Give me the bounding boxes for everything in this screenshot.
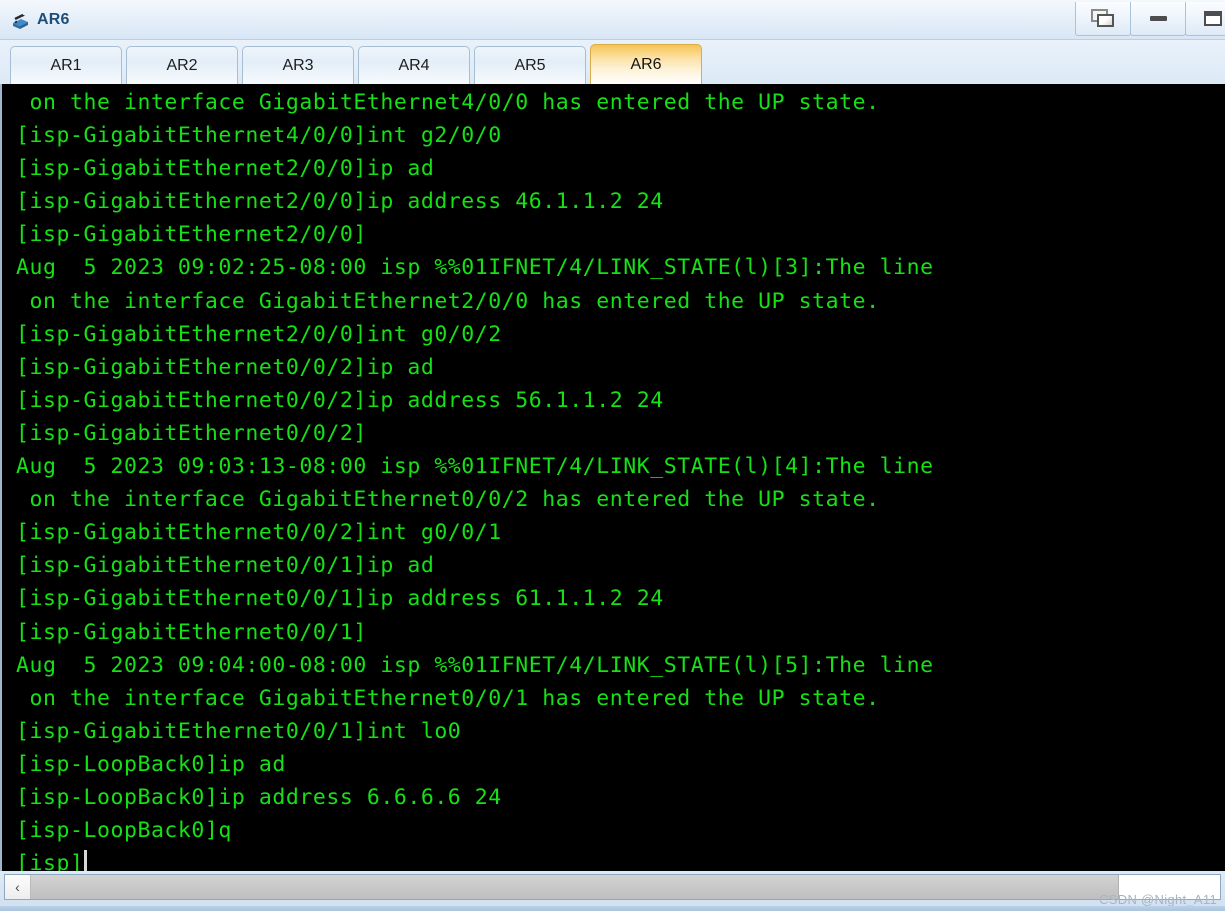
tab-label: AR1 <box>50 56 82 74</box>
tab-label: AR4 <box>398 56 430 74</box>
ar6-console-window: AR6 AR1 AR2 AR3 AR4 AR5 AR6 on the inter… <box>0 0 1225 911</box>
minimize-icon <box>1149 16 1167 21</box>
terminal-line: [isp-GigabitEthernet2/0/0]ip ad <box>16 156 435 182</box>
terminal-line: [isp-GigabitEthernet0/0/1]ip ad <box>16 553 435 579</box>
terminal-output[interactable]: on the interface GigabitEthernet4/0/0 ha… <box>2 84 1225 871</box>
terminal-line: Aug 5 2023 09:02:25-08:00 isp %%01IFNET/… <box>16 255 934 281</box>
terminal-line: on the interface GigabitEthernet0/0/2 ha… <box>16 487 880 513</box>
tab-label: AR2 <box>166 56 198 74</box>
tab-ar1[interactable]: AR1 <box>10 46 122 84</box>
terminal-line: [isp-GigabitEthernet0/0/2]ip address 56.… <box>16 387 664 413</box>
terminal-line: [isp-GigabitEthernet2/0/0]ip address 46.… <box>16 189 664 215</box>
terminal-line: [isp-GigabitEthernet4/0/0]int g2/0/0 <box>16 123 502 149</box>
tab-ar6[interactable]: AR6 <box>590 44 702 84</box>
terminal-line: [isp-GigabitEthernet0/0/1]ip address 61.… <box>16 586 664 612</box>
terminal-line: [isp-GigabitEthernet0/0/2]int g0/0/1 <box>16 520 502 546</box>
router-icon <box>9 10 31 32</box>
restore-button[interactable] <box>1075 2 1131 36</box>
minimize-button[interactable] <box>1130 2 1186 36</box>
tab-label: AR3 <box>282 56 314 74</box>
bottom-bar: ‹ CSDN @Night_A11 <box>0 871 1225 911</box>
maximize-icon <box>1204 11 1222 26</box>
text-cursor <box>84 850 88 871</box>
scroll-left-arrow-icon[interactable]: ‹ <box>5 875 31 899</box>
tab-label: AR5 <box>514 56 546 74</box>
terminal-line: [isp-GigabitEthernet0/0/2]ip ad <box>16 354 435 380</box>
terminal-line: [isp-GigabitEthernet0/0/1]int lo0 <box>16 718 462 744</box>
terminal-line: [isp-GigabitEthernet0/0/2] <box>16 420 367 446</box>
terminal-line: on the interface GigabitEthernet4/0/0 ha… <box>16 90 880 115</box>
maximize-button[interactable] <box>1185 2 1225 36</box>
terminal-line: Aug 5 2023 09:04:00-08:00 isp %%01IFNET/… <box>16 652 934 678</box>
tab-ar3[interactable]: AR3 <box>242 46 354 84</box>
terminal-line: [isp-LoopBack0]ip address 6.6.6.6 24 <box>16 784 502 810</box>
terminal-line: [isp-LoopBack0]ip ad <box>16 751 286 777</box>
window-controls <box>1075 2 1225 36</box>
tab-ar5[interactable]: AR5 <box>474 46 586 84</box>
terminal-line: [isp-GigabitEthernet0/0/1] <box>16 619 367 645</box>
tab-ar4[interactable]: AR4 <box>358 46 470 84</box>
terminal-line: on the interface GigabitEthernet0/0/1 ha… <box>16 685 880 711</box>
tab-ar2[interactable]: AR2 <box>126 46 238 84</box>
title-bar: AR6 <box>0 0 1225 40</box>
terminal-line: [isp-GigabitEthernet2/0/0] <box>16 222 367 248</box>
terminal-line: Aug 5 2023 09:03:13-08:00 isp %%01IFNET/… <box>16 454 934 480</box>
terminal-line: [isp-GigabitEthernet2/0/0]int g0/0/2 <box>16 321 502 347</box>
window-title: AR6 <box>37 10 70 28</box>
scrollbar-track[interactable] <box>31 875 1220 899</box>
horizontal-scrollbar[interactable]: ‹ <box>4 874 1221 900</box>
restore-icon <box>1091 9 1115 28</box>
terminal-prompt: [isp] <box>16 851 84 871</box>
tab-label: AR6 <box>630 55 662 73</box>
device-tab-strip: AR1 AR2 AR3 AR4 AR5 AR6 <box>0 40 1225 84</box>
terminal-prompt-line[interactable]: [isp] <box>2 847 1225 871</box>
terminal-panel: on the interface GigabitEthernet4/0/0 ha… <box>0 84 1225 871</box>
window-bottom-edge <box>0 906 1225 911</box>
scrollbar-thumb[interactable] <box>31 875 1119 899</box>
terminal-line: [isp-LoopBack0]q <box>16 818 232 844</box>
terminal-line: on the interface GigabitEthernet2/0/0 ha… <box>16 288 880 314</box>
